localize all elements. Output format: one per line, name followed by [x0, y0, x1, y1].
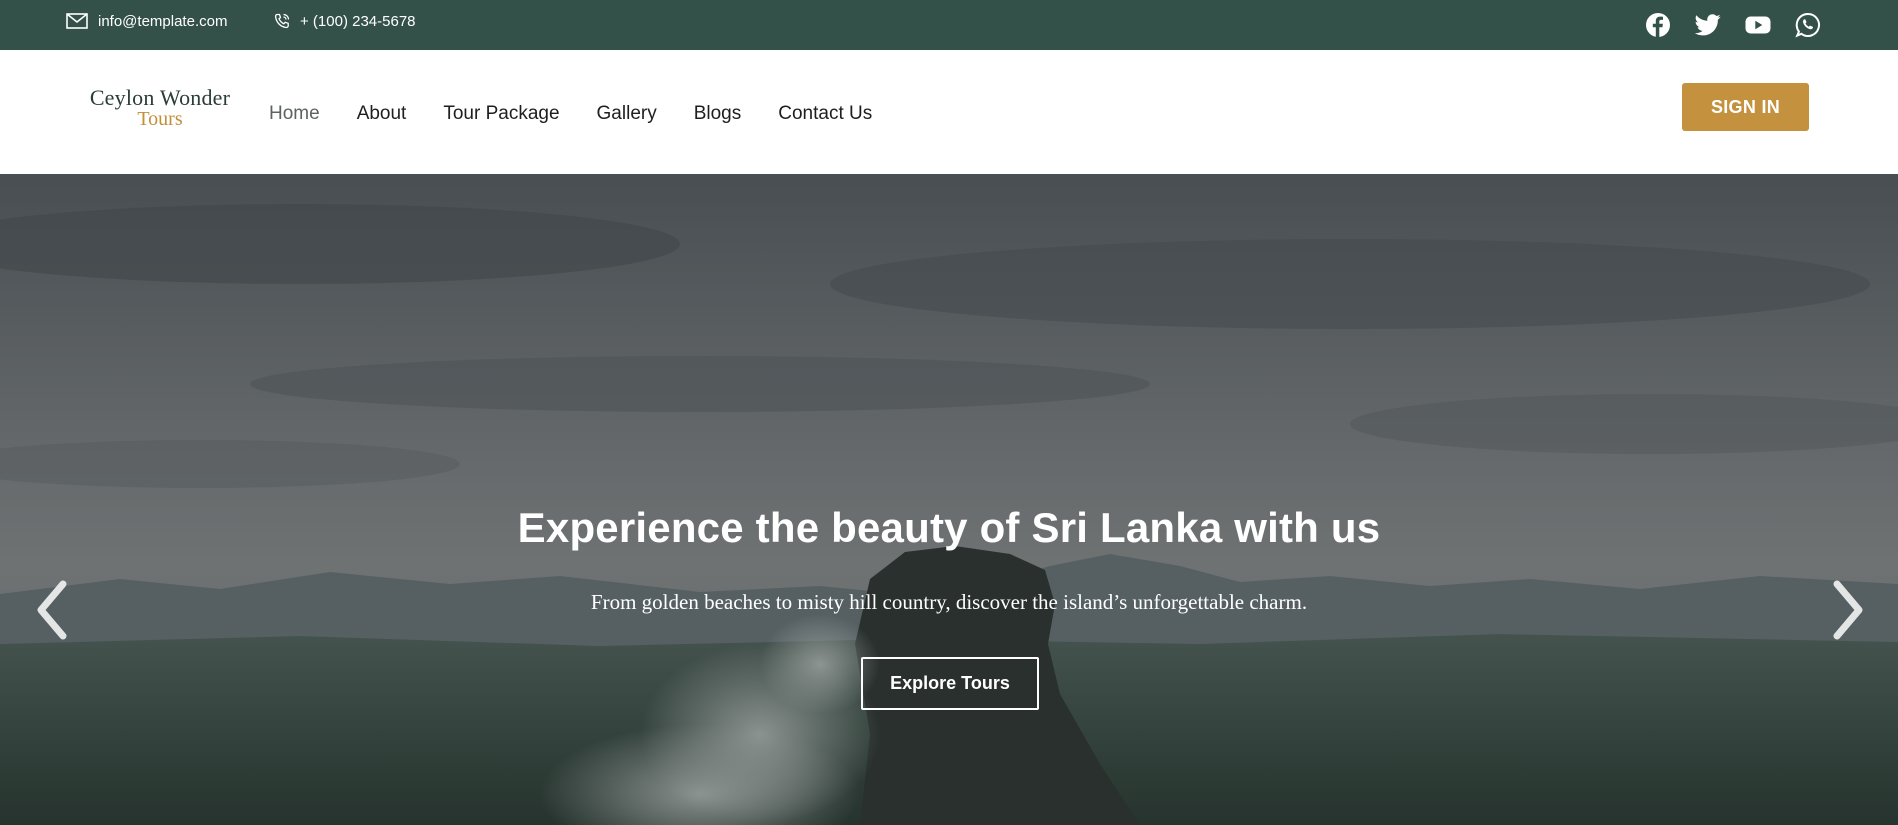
twitter-icon [1695, 14, 1721, 36]
chevron-right-icon [1833, 580, 1863, 640]
logo-line-2: Tours [137, 108, 183, 131]
email-text: info@template.com [98, 12, 228, 30]
contact-email[interactable]: info@template.com [66, 0, 227, 42]
nav-tour-package[interactable]: Tour Package [443, 103, 559, 125]
hero-background-image [0, 174, 1898, 825]
twitter-link[interactable] [1694, 11, 1722, 39]
nav-home[interactable]: Home [269, 103, 320, 125]
nav-about[interactable]: About [357, 103, 407, 125]
explore-tours-button[interactable]: Explore Tours [861, 657, 1039, 710]
chevron-left-icon [37, 580, 67, 640]
hero-slider: Experience the beauty of Sri Lanka with … [0, 174, 1898, 825]
top-bar: info@template.com + (100) 234-5678 [0, 0, 1898, 50]
hero-subtitle: From golden beaches to misty hill countr… [590, 590, 1308, 614]
phone-text: + (100) 234-5678 [300, 12, 416, 30]
facebook-icon [1646, 13, 1670, 37]
youtube-link[interactable] [1744, 11, 1772, 39]
main-nav: Home About Tour Package Gallery Blogs Co… [269, 102, 909, 126]
site-logo[interactable]: Ceylon Wonder Tours [82, 86, 238, 130]
whatsapp-link[interactable] [1794, 11, 1822, 39]
phone-icon [274, 13, 290, 29]
nav-blogs[interactable]: Blogs [694, 103, 742, 125]
hero-title: Experience the beauty of Sri Lanka with … [517, 504, 1381, 551]
slider-next-button[interactable] [1826, 578, 1872, 642]
contact-phone[interactable]: + (100) 234-5678 [274, 0, 416, 42]
sign-in-button[interactable]: SIGN IN [1682, 83, 1809, 131]
email-icon [66, 13, 88, 29]
site-header: Ceylon Wonder Tours Home About Tour Pack… [0, 50, 1898, 174]
logo-line-1: Ceylon Wonder [89, 85, 231, 110]
youtube-icon [1745, 16, 1771, 34]
slider-prev-button[interactable] [28, 578, 74, 642]
nav-gallery[interactable]: Gallery [597, 103, 657, 125]
whatsapp-icon [1795, 12, 1820, 38]
nav-contact-us[interactable]: Contact Us [778, 103, 872, 125]
facebook-link[interactable] [1644, 11, 1672, 39]
